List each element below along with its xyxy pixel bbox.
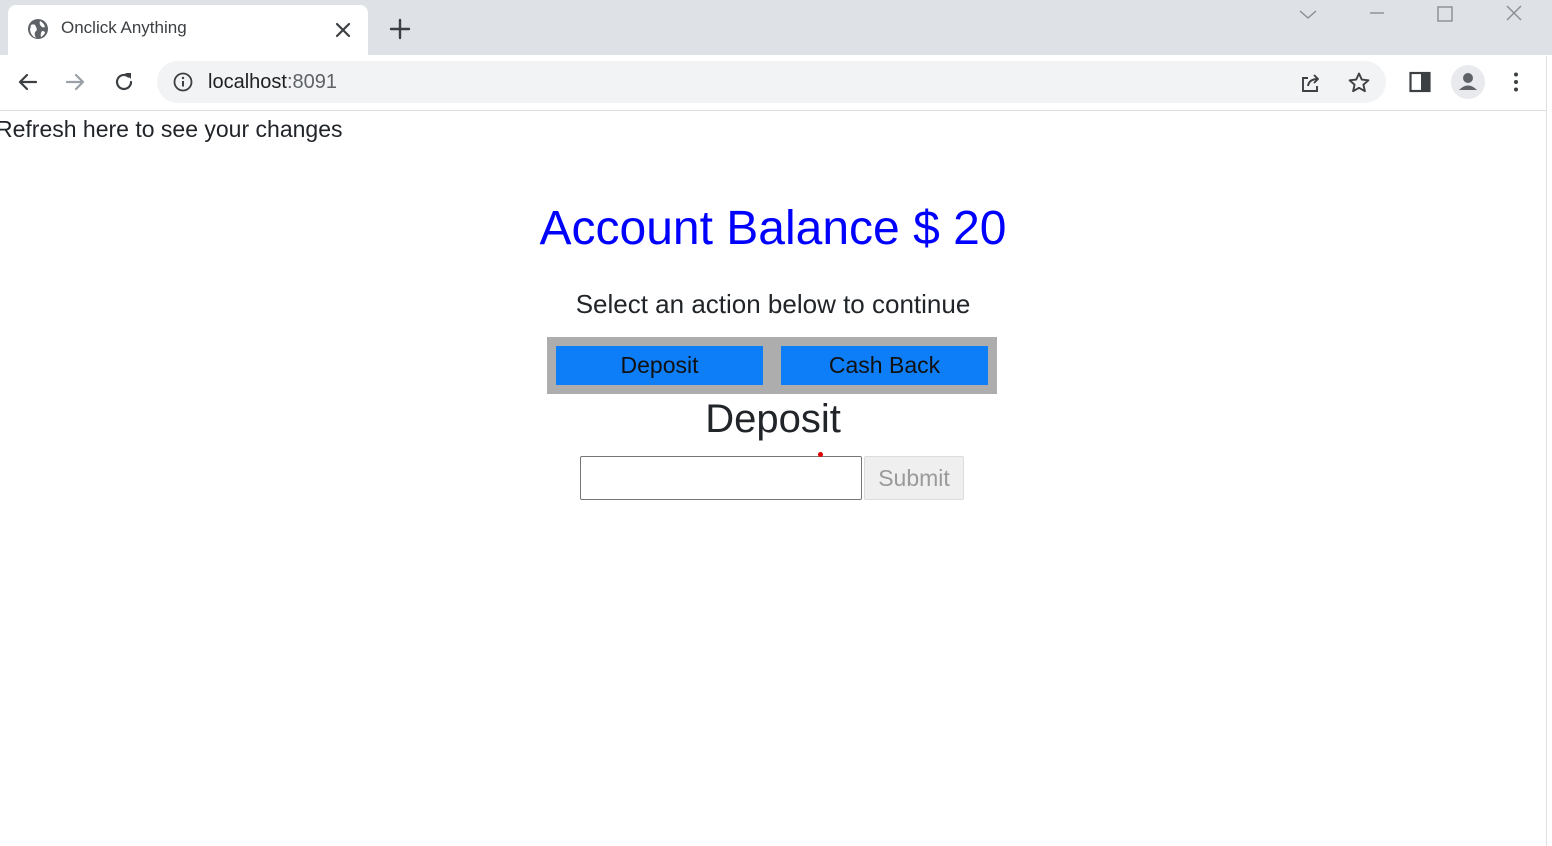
url-host: localhost bbox=[208, 71, 287, 93]
back-arrow-icon[interactable] bbox=[15, 69, 41, 95]
browser-toolbar: localhost:8091 bbox=[0, 55, 1552, 111]
tab-search-chevron-down-icon[interactable] bbox=[1296, 2, 1320, 26]
new-tab-plus-icon[interactable] bbox=[387, 16, 413, 42]
address-bar[interactable]: localhost:8091 bbox=[157, 61, 1386, 103]
browser-tab[interactable]: Onclick Anything bbox=[8, 5, 368, 55]
deposit-button[interactable]: Deposit bbox=[556, 346, 763, 385]
cash-back-button[interactable]: Cash Back bbox=[781, 346, 988, 385]
url-text: localhost:8091 bbox=[208, 71, 337, 94]
window-edge-scrollbar[interactable] bbox=[1546, 56, 1552, 846]
side-panel-icon[interactable] bbox=[1407, 69, 1433, 95]
amount-input[interactable] bbox=[580, 456, 862, 500]
refresh-note: Refresh here to see your changes bbox=[0, 116, 343, 142]
share-icon[interactable] bbox=[1298, 70, 1324, 96]
person-icon bbox=[1459, 73, 1477, 90]
minimize-icon[interactable] bbox=[1365, 2, 1389, 26]
url-port: :8091 bbox=[286, 71, 337, 93]
submit-button[interactable]: Submit bbox=[864, 456, 964, 500]
bookmark-star-icon[interactable] bbox=[1346, 70, 1372, 96]
red-marker-dot bbox=[818, 452, 823, 457]
maximize-icon[interactable] bbox=[1433, 2, 1457, 26]
reload-icon[interactable] bbox=[111, 69, 137, 95]
close-icon[interactable] bbox=[332, 19, 354, 41]
tab-title: Onclick Anything bbox=[61, 18, 187, 37]
more-menu-icon[interactable] bbox=[1503, 69, 1529, 95]
window-close-icon[interactable] bbox=[1502, 2, 1526, 26]
transaction-mode-title: Deposit bbox=[705, 397, 841, 441]
instruction-text: Select an action below to continue bbox=[575, 289, 971, 319]
globe-icon bbox=[28, 19, 48, 39]
profile-avatar[interactable] bbox=[1451, 65, 1485, 99]
page-content: Refresh here to see your changes Account… bbox=[0, 111, 1546, 846]
forward-arrow-icon[interactable] bbox=[62, 69, 88, 95]
tab-strip: Onclick Anything bbox=[0, 0, 1552, 55]
account-balance-heading: Account Balance $ 20 bbox=[539, 202, 1007, 255]
action-buttons-container: Deposit Cash Back bbox=[547, 337, 997, 394]
info-icon[interactable] bbox=[172, 71, 194, 93]
